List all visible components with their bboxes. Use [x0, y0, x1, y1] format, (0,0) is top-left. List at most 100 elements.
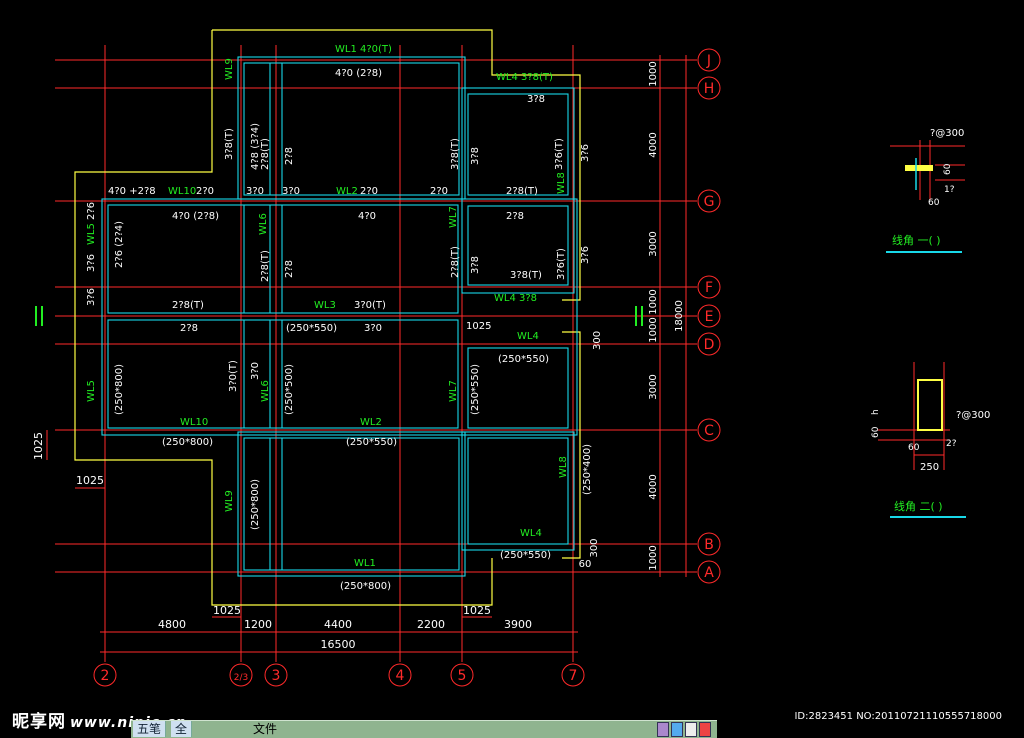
dim-1025-left-vertical: 1025: [32, 432, 45, 460]
label-wl4-d: WL4: [517, 331, 539, 342]
label-wl5-top: WL5: [86, 223, 97, 245]
detail-2-bar: 2?: [946, 439, 957, 449]
label-b-250-550: (250*550): [500, 550, 551, 561]
ime-toolbar[interactable]: 五笔 全 文件: [131, 720, 717, 738]
tray-icon-2[interactable]: [671, 722, 683, 737]
label-e-3-70: 3?0: [364, 323, 382, 334]
label-wl3: WL3: [314, 300, 336, 311]
label-s-3-8t-h: 3?8(T): [510, 270, 542, 281]
label-s-3-6-v2: 3?6: [580, 246, 591, 264]
label-wl1-top-mid: 4?0 (2?8): [335, 68, 382, 79]
axis-label-B: B: [704, 537, 714, 553]
label-wl2-c: WL2: [360, 417, 382, 428]
label-wl10-top: WL10: [168, 186, 196, 197]
dim-right-1000-c: 1000: [648, 317, 659, 342]
label-s-3-6t-v: 3?6(T): [556, 248, 567, 280]
axis-label-4: 4: [396, 668, 405, 684]
label-wl6-a: WL6: [258, 213, 269, 235]
label-wl1-top: WL1 4?0(T): [335, 44, 392, 55]
dim-right-1000-b: 1000: [648, 289, 659, 314]
label-e-3-70t: 3?0(T): [354, 300, 386, 311]
label-r-3-6: 3?6: [580, 144, 591, 162]
label-d-250-550: (250*550): [498, 354, 549, 365]
axis-label-C: C: [704, 423, 714, 439]
label-c-250-500: (250*500): [284, 364, 295, 415]
label-c-250-800: (250*800): [114, 364, 125, 415]
tray-icon-3[interactable]: [685, 722, 697, 737]
detail-1-section: [905, 165, 933, 171]
detail-2-h: 60: [871, 426, 881, 438]
label-wl1-a: WL1: [354, 558, 376, 569]
ime-tab-full[interactable]: 全: [171, 721, 193, 737]
label-wl8-a: WL8: [556, 172, 567, 194]
label-s-2-8-v: 2?8: [284, 260, 295, 278]
detail-2-w: 250: [920, 462, 939, 473]
detail-2-rebar: ?@300: [956, 410, 990, 421]
axis-label-F: F: [705, 280, 713, 296]
label-r-2-8: 2?8: [284, 147, 295, 165]
detail-1-rebar: ?@300: [930, 128, 964, 139]
axis-label-E: E: [705, 309, 714, 325]
detail-1-title: 线角 一( ): [892, 233, 941, 247]
label-c-250-800-h: (250*800): [162, 437, 213, 448]
dim-right-18000: 18000: [674, 300, 685, 332]
label-s-2-74: 2?6 (2?4): [114, 221, 125, 268]
detail-2-h2: h: [871, 409, 881, 415]
watermark-brand: 昵享网: [12, 712, 66, 732]
dim-right-1000-d: 1000: [648, 545, 659, 570]
detail-1-b: 60: [928, 198, 940, 208]
dim-right-4000-b: 4000: [648, 474, 659, 499]
label-wl9-b: WL9: [224, 490, 235, 512]
dim-60: 60: [579, 559, 592, 570]
axis-label-7: 7: [569, 668, 578, 684]
label-wl4-f: WL4 3?8: [494, 293, 537, 304]
axis-label-D: D: [704, 337, 715, 353]
label-d-300: 300: [592, 331, 603, 350]
label-s-2-8-t-v2: 2?8(T): [450, 246, 461, 278]
label-s-3-8-v: 3?8: [470, 256, 481, 274]
tray-icon-1[interactable]: [657, 722, 669, 737]
label-r-3-8-t: 3?8(T): [224, 128, 235, 160]
axis-label-2: 2: [101, 668, 110, 684]
dim-right-3000-b: 3000: [648, 374, 659, 399]
label-e-2-8t: 2?8(T): [172, 300, 204, 311]
label-s-3-6: 3?6: [86, 254, 97, 272]
dim-2200: 2200: [417, 618, 445, 631]
dim-16500: 16500: [321, 638, 356, 651]
detail-1-bar: 1?: [944, 185, 955, 195]
tray-icon-4[interactable]: [699, 722, 711, 737]
cad-drawing-canvas[interactable]: 2 2/3 3 4 5 7 J H G F E D C B A 4800 120…: [0, 0, 1024, 737]
dim-1025-left: 1025: [76, 474, 104, 487]
label-g-2-70: 2?0: [196, 186, 214, 197]
dim-1025-bottom-left: 1025: [213, 604, 241, 617]
label-g-3-70b: 3?0: [282, 186, 300, 197]
label-g-3-70a: 3?0: [246, 186, 264, 197]
label-e-3-6: 3?6: [86, 288, 97, 306]
axis-label-A: A: [704, 565, 714, 581]
dim-3900: 3900: [504, 618, 532, 631]
label-a-250-800: (250*800): [340, 581, 391, 592]
axis-label-G: G: [704, 194, 715, 210]
label-wl4-top: WL4 3?8(T): [496, 72, 553, 83]
ime-tab-wubi[interactable]: 五笔: [133, 721, 167, 737]
label-g-2-70c: 2?0: [430, 186, 448, 197]
label-c-3-70: 3?0: [250, 362, 261, 380]
dim-1025-bottom-right: 1025: [463, 604, 491, 617]
detail-2-title: 线角 二( ): [894, 499, 943, 513]
label-c-3-70t: 3?0(T): [228, 360, 239, 392]
label-wl4-b: WL4: [520, 528, 542, 539]
axis-label-3: 3: [272, 668, 281, 684]
label-c-250-400: (250*400): [582, 444, 593, 495]
label-b-250-800: (250*800): [250, 479, 261, 530]
dim-right-1000-a: 1000: [648, 61, 659, 86]
label-e-2-8: 2?8: [180, 323, 198, 334]
label-r-2-8-t: 2?8(T): [260, 138, 271, 170]
label-wl6-c: WL6: [260, 380, 271, 402]
axis-label-2-3: 2/3: [234, 673, 248, 683]
ime-file-label[interactable]: 文件: [253, 721, 277, 737]
label-r-3-6-t: 3?6(T): [554, 138, 565, 170]
label-r-3-8-t-2: 3?8(T): [450, 138, 461, 170]
label-s-4-70: 4?0: [358, 211, 376, 222]
label-g-2-8t: 2?8(T): [506, 186, 538, 197]
axis-label-5: 5: [458, 668, 467, 684]
